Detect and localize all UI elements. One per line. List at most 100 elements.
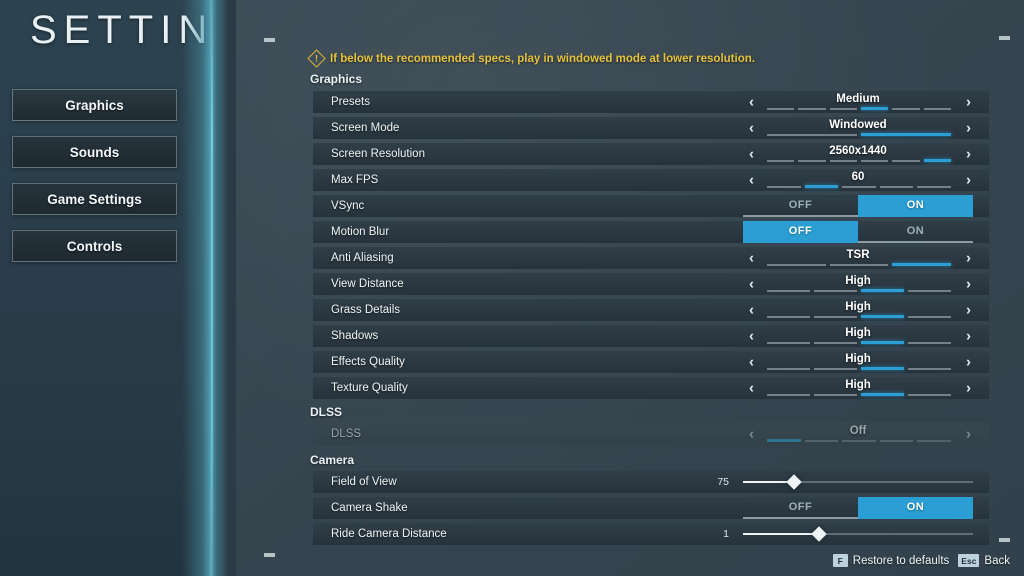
setting-row-camera-shake[interactable]: Camera Shake OFF ON — [313, 497, 989, 519]
segment-tick — [908, 342, 951, 344]
settings-content: ! If below the recommended specs, play i… — [305, 0, 989, 576]
chevron-right-icon[interactable]: › — [962, 329, 975, 344]
segment-tick — [767, 342, 810, 344]
hint-back[interactable]: Esc Back — [958, 554, 1010, 567]
toggle-option-on[interactable]: ON — [858, 497, 973, 519]
slider-value: 1 — [723, 528, 729, 540]
segment-indicator — [767, 159, 951, 162]
setting-row-dlss: DLSS ‹ Off › — [313, 423, 989, 445]
segment-tick — [860, 107, 889, 110]
toggle-option-off[interactable]: OFF — [743, 221, 858, 243]
setting-row-presets[interactable]: Presets ‹ Medium › — [313, 91, 989, 113]
toggle-option-on[interactable]: ON — [858, 221, 973, 243]
segment-tick — [861, 341, 904, 344]
segment-tick — [860, 160, 889, 162]
segment-tick — [767, 368, 810, 370]
segment-tick — [814, 394, 857, 396]
keycap-esc: Esc — [958, 554, 980, 567]
sidebar-accent-line — [211, 0, 213, 576]
chevron-right-icon[interactable]: › — [962, 121, 975, 136]
slider-handle[interactable] — [785, 474, 802, 490]
corner-tick-bottom-left — [264, 553, 275, 557]
setting-label: Effects Quality — [331, 356, 405, 368]
toggle-control: OFF ON — [743, 497, 973, 519]
stepper-control: ‹ Medium › — [743, 91, 973, 113]
warning-diamond-icon: ! — [307, 49, 326, 68]
segment-tick — [829, 264, 889, 266]
setting-label: Grass Details — [331, 304, 401, 316]
slider-track[interactable] — [743, 474, 973, 490]
segment-indicator — [767, 185, 951, 188]
segment-tick — [861, 367, 904, 370]
setting-row-screen-mode[interactable]: Screen Mode ‹ Windowed › — [313, 117, 989, 139]
slider-handle[interactable] — [811, 526, 827, 542]
toggle-option-off[interactable]: OFF — [743, 497, 858, 519]
setting-row-screen-resolution[interactable]: Screen Resolution ‹ 2560x1440 › — [313, 143, 989, 165]
setting-label: Anti Aliasing — [331, 252, 394, 264]
setting-row-texture-quality[interactable]: Texture Quality ‹ High › — [313, 377, 989, 399]
segment-indicator — [767, 367, 951, 370]
sidebar-item-label: Sounds — [69, 144, 120, 160]
chevron-right-icon[interactable]: › — [962, 303, 975, 318]
setting-label: Motion Blur — [331, 226, 390, 238]
chevron-right-icon[interactable]: › — [962, 381, 975, 396]
setting-value: Medium — [836, 93, 880, 105]
setting-value: High — [845, 353, 871, 365]
stepper-control: ‹ High › — [743, 325, 973, 347]
sidebar-item-sounds[interactable]: Sounds — [12, 136, 177, 168]
segment-tick — [767, 290, 810, 292]
toggle-option-on[interactable]: ON — [858, 195, 973, 217]
hint-restore-to-defaults[interactable]: F Restore to defaults — [832, 554, 950, 567]
setting-row-max-fps[interactable]: Max FPS ‹ 60 › — [313, 169, 989, 191]
sidebar-item-label: Controls — [66, 238, 123, 254]
chevron-right-icon[interactable]: › — [962, 251, 975, 266]
chevron-right-icon[interactable]: › — [962, 355, 975, 370]
segment-tick — [892, 108, 920, 110]
setting-value: Windowed — [829, 119, 887, 131]
setting-row-effects-quality[interactable]: Effects Quality ‹ High › — [313, 351, 989, 373]
sidebar-item-controls[interactable]: Controls — [12, 230, 177, 262]
hint-label: Back — [984, 554, 1010, 567]
slider-track[interactable] — [743, 526, 973, 542]
corner-tick-bottom-right — [999, 538, 1010, 542]
settings-panel: ! If below the recommended specs, play i… — [236, 0, 1024, 576]
slider-fill — [743, 533, 819, 535]
setting-value: TSR — [846, 249, 870, 261]
setting-row-view-distance[interactable]: View Distance ‹ High › — [313, 273, 989, 295]
toggle-control: OFF ON — [743, 221, 973, 243]
segment-tick — [861, 393, 904, 396]
setting-row-motion-blur[interactable]: Motion Blur OFF ON — [313, 221, 989, 243]
stepper-control: ‹ 2560x1440 › — [743, 143, 973, 165]
stepper-control: ‹ Off › — [743, 423, 973, 445]
slider-control: 75 — [693, 471, 973, 493]
segment-tick — [908, 368, 951, 370]
warning-exclamation: ! — [315, 53, 318, 63]
chevron-right-icon[interactable]: › — [962, 277, 975, 292]
sidebar-item-graphics[interactable]: Graphics — [12, 89, 177, 121]
keycap-f: F — [832, 554, 848, 567]
toggle-option-off[interactable]: OFF — [743, 195, 858, 217]
segment-tick — [879, 186, 914, 188]
setting-row-shadows[interactable]: Shadows ‹ High › — [313, 325, 989, 347]
setting-label: View Distance — [331, 278, 404, 290]
setting-row-anti-aliasing[interactable]: Anti Aliasing ‹ TSR › — [313, 247, 989, 269]
stepper-control: ‹ TSR › — [743, 247, 973, 269]
setting-row-field-of-view[interactable]: Field of View 75 — [313, 471, 989, 493]
segment-indicator — [767, 315, 951, 318]
chevron-right-icon[interactable]: › — [962, 147, 975, 162]
setting-label: Presets — [331, 96, 370, 108]
sidebar-item-game-settings[interactable]: Game Settings — [12, 183, 177, 215]
chevron-right-icon[interactable]: › — [962, 173, 975, 188]
chevron-right-icon: › — [966, 425, 971, 443]
hint-label: Restore to defaults — [852, 554, 950, 567]
sidebar-item-label: Graphics — [65, 97, 124, 113]
stepper-control: ‹ 60 › — [743, 169, 973, 191]
chevron-right-icon[interactable]: › — [962, 95, 975, 110]
setting-label: Field of View — [331, 476, 397, 488]
setting-row-grass-details[interactable]: Grass Details ‹ High › — [313, 299, 989, 321]
setting-row-vsync[interactable]: VSync OFF ON — [313, 195, 989, 217]
setting-label: Screen Mode — [331, 122, 400, 134]
segment-tick — [842, 186, 876, 188]
setting-row-ride-camera-distance[interactable]: Ride Camera Distance 1 — [313, 523, 989, 545]
segment-tick — [798, 108, 826, 110]
